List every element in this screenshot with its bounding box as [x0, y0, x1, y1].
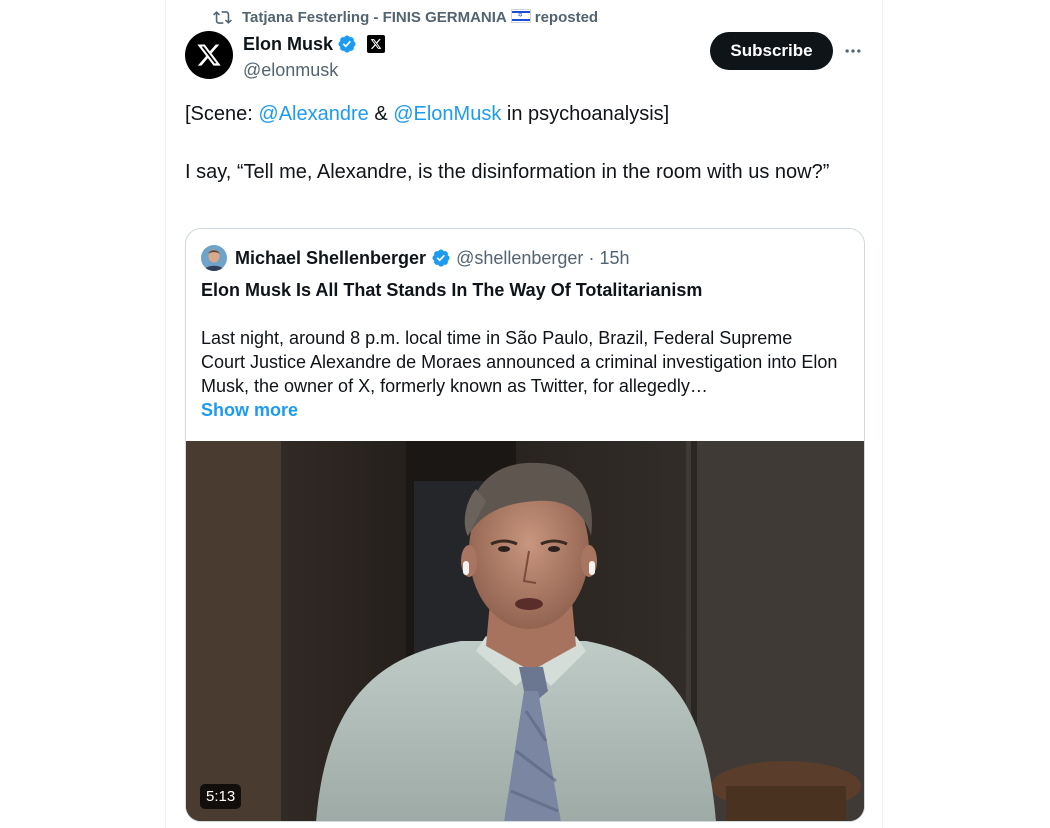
quoted-tweet-card[interactable]: Michael Shellenberger @shellenberger · 1… — [185, 228, 865, 822]
repost-indicator[interactable]: Tatjana Festerling - FINIS GERMANIA ✡ repo… — [213, 7, 598, 27]
author-avatar[interactable] — [185, 31, 233, 79]
video-player[interactable]: 5:13 — [186, 441, 864, 821]
repost-user-name[interactable]: Tatjana Festerling - FINIS GERMANIA — [242, 9, 507, 26]
show-more-link[interactable]: Show more — [201, 398, 298, 422]
quote-body: Last night, around 8 p.m. local time in … — [201, 328, 838, 396]
quote-timestamp[interactable]: 15h — [599, 248, 629, 269]
tweet-line-1: [Scene: @Alexandre & @ElonMusk in psycho… — [185, 100, 845, 129]
repost-icon — [213, 8, 232, 27]
quote-author-name[interactable]: Michael Shellenberger — [235, 248, 426, 269]
quote-author-avatar[interactable] — [201, 245, 227, 271]
tweet-text-segment: & — [368, 103, 394, 125]
video-thumbnail — [186, 441, 864, 821]
subscribe-button[interactable]: Subscribe — [710, 32, 833, 70]
repost-suffix: reposted — [534, 8, 599, 26]
mention-alexandre[interactable]: @Alexandre — [258, 103, 368, 125]
tweet-text-segment: [Scene: — [185, 103, 259, 125]
author-block: Elon Musk @elonmusk — [243, 32, 386, 81]
tweet-text: [Scene: @Alexandre & @ElonMusk in psycho… — [185, 100, 845, 187]
video-duration: 5:13 — [200, 784, 242, 809]
author-name[interactable]: Elon Musk — [243, 34, 333, 55]
verified-badge-icon — [432, 249, 450, 267]
x-affiliate-badge-icon — [367, 35, 386, 53]
author-handle[interactable]: @elonmusk — [243, 60, 385, 81]
quote-author-handle[interactable]: @shellenberger — [456, 248, 583, 269]
verified-badge-icon — [338, 35, 356, 53]
quote-title: Elon Musk Is All That Stands In The Way … — [201, 280, 703, 300]
x-logo-icon — [197, 44, 221, 66]
tweet-line-2: I say, “Tell me, Alexandre, is the disin… — [185, 161, 830, 183]
quote-separator: · — [588, 247, 595, 268]
more-icon[interactable] — [838, 36, 868, 66]
mention-elonmusk[interactable]: @ElonMusk — [393, 103, 501, 125]
quote-header: Michael Shellenberger @shellenberger · 1… — [201, 245, 629, 271]
israel-flag-icon: ✡ — [510, 8, 531, 23]
tweet-text-segment: in psychoanalysis] — [501, 103, 670, 125]
page: Tatjana Festerling - FINIS GERMANIA ✡ repo… — [0, 0, 1050, 828]
